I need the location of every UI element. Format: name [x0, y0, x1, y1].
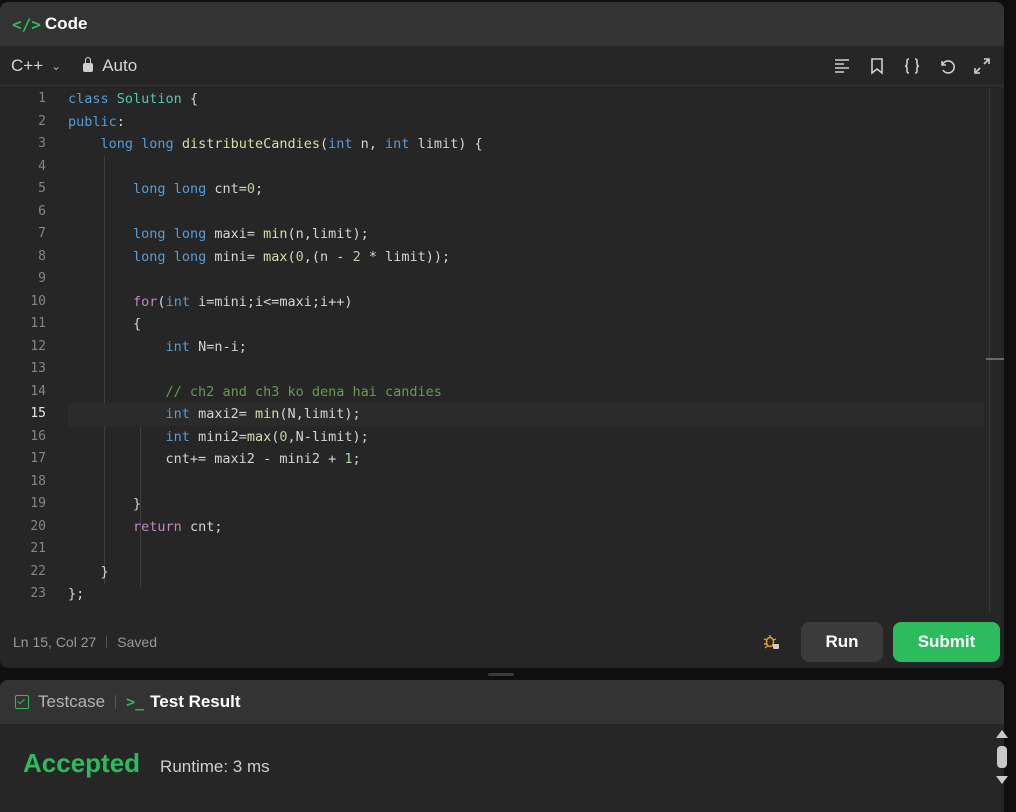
- code-line[interactable]: int mini2=max(0,N-limit);: [68, 426, 984, 449]
- line-number: 21: [30, 541, 46, 556]
- save-status: Saved: [117, 634, 157, 650]
- line-number: 9: [38, 271, 46, 286]
- editor-status-bar: Ln 15, Col 27 Saved Run Submit: [0, 616, 1004, 668]
- submit-button[interactable]: Submit: [893, 622, 1000, 662]
- line-number: 1: [38, 91, 46, 106]
- code-line[interactable]: }: [68, 561, 984, 584]
- code-line[interactable]: // ch2 and ch3 ko dena hai candies: [68, 381, 984, 404]
- line-number: 5: [38, 181, 46, 196]
- editor-scrollbar[interactable]: [989, 88, 990, 612]
- runtime-text: Runtime: 3 ms: [160, 757, 270, 776]
- line-number: 7: [38, 226, 46, 241]
- language-select[interactable]: C++ ⌄: [11, 56, 61, 76]
- code-line[interactable]: int maxi2= min(N,limit);: [68, 403, 984, 426]
- code-line[interactable]: [68, 201, 984, 224]
- line-number: 8: [38, 248, 46, 264]
- chevron-down-icon: ⌄: [51, 58, 62, 73]
- cursor-position: Ln 15, Col 27: [13, 634, 97, 650]
- line-number: 17: [30, 451, 46, 466]
- code-editor[interactable]: 1 2 3 4 5 6 7 8 9 10 11 12 13 14 15 16 1…: [0, 88, 1004, 616]
- line-number: 3: [38, 136, 46, 151]
- result-tabs: Testcase >_ Test Result: [0, 680, 1004, 724]
- panel-resize-handle[interactable]: [488, 673, 514, 676]
- braces-icon[interactable]: [901, 55, 922, 76]
- tab-testcase-label: Testcase: [38, 692, 106, 711]
- line-number-gutter: 1 2 3 4 5 6 7 8 9 10 11 12 13 14 15 16 1…: [0, 88, 54, 606]
- editor-scroll-marker: [986, 358, 1004, 360]
- editor-tools: [831, 55, 992, 76]
- editor-toolbar: C++ ⌄ Auto: [0, 46, 1004, 86]
- line-number: 12: [30, 338, 46, 354]
- code-panel: </> Code C++ ⌄ Auto 1 2 3 4 5 6 7 8 9 10…: [0, 2, 1004, 668]
- code-line[interactable]: {: [68, 313, 984, 336]
- code-line[interactable]: long long cnt=0;: [68, 178, 984, 201]
- code-line[interactable]: [68, 268, 984, 291]
- line-number: 18: [30, 473, 46, 489]
- line-number: 14: [30, 383, 46, 399]
- mode-select[interactable]: Auto: [83, 56, 137, 76]
- format-icon[interactable]: [831, 55, 852, 76]
- code-line[interactable]: [68, 538, 984, 561]
- run-actions: Run Submit: [761, 622, 1000, 662]
- code-line[interactable]: class Solution {: [68, 88, 984, 111]
- line-number-active: 15: [30, 406, 46, 421]
- scroll-up-icon[interactable]: [996, 730, 1008, 738]
- line-number: 16: [30, 428, 46, 444]
- terminal-icon: >_: [126, 693, 145, 711]
- code-line[interactable]: public:: [68, 111, 984, 134]
- code-line[interactable]: cnt+= maxi2 - mini2 + 1;: [68, 448, 984, 471]
- code-line[interactable]: [68, 156, 984, 179]
- divider: [106, 636, 108, 648]
- code-line[interactable]: long long maxi= min(n,limit);: [68, 223, 984, 246]
- mode-label: Auto: [102, 55, 138, 75]
- run-button[interactable]: Run: [801, 622, 883, 662]
- code-line[interactable]: long long distributeCandies(int n, int l…: [68, 133, 984, 156]
- result-body: Accepted Runtime: 3 ms: [0, 724, 1004, 779]
- line-number: 11: [30, 316, 46, 331]
- debugger-icon[interactable]: [761, 632, 781, 652]
- line-number: 6: [38, 203, 46, 219]
- checkbox-icon: [15, 695, 29, 709]
- line-number: 19: [30, 496, 46, 511]
- code-line[interactable]: long long mini= max(0,(n - 2 * limit));: [68, 246, 984, 269]
- line-number: 10: [30, 293, 46, 309]
- tab-testcase[interactable]: Testcase: [15, 692, 105, 712]
- result-panel: Testcase >_ Test Result Accepted Runtime…: [0, 680, 1004, 812]
- code-line[interactable]: return cnt;: [68, 516, 984, 539]
- tab-test-result[interactable]: >_ Test Result: [126, 692, 240, 712]
- result-scrollbar[interactable]: [996, 730, 1008, 796]
- lock-icon: [83, 57, 94, 72]
- code-line[interactable]: }: [68, 493, 984, 516]
- tab-test-result-label: Test Result: [150, 692, 241, 711]
- line-number: 13: [30, 361, 46, 376]
- code-line[interactable]: [68, 471, 984, 494]
- scroll-down-icon[interactable]: [996, 776, 1008, 784]
- expand-icon[interactable]: [971, 55, 992, 76]
- scroll-thumb[interactable]: [997, 746, 1007, 768]
- code-line[interactable]: int N=n-i;: [68, 336, 984, 359]
- line-number: 4: [38, 158, 46, 174]
- verdict-text: Accepted: [23, 748, 141, 778]
- line-number: 20: [30, 518, 46, 534]
- code-line[interactable]: for(int i=mini;i<=maxi;i++): [68, 291, 984, 314]
- code-panel-header: </> Code: [0, 2, 1004, 46]
- code-lines: class Solution {public: long long distri…: [68, 88, 984, 606]
- tab-divider: [115, 695, 117, 709]
- panel-title: Code: [44, 14, 88, 33]
- line-number: 23: [30, 586, 46, 601]
- language-label: C++: [11, 55, 44, 75]
- reset-icon[interactable]: [936, 55, 957, 76]
- line-number: 22: [30, 563, 46, 579]
- code-icon: </>: [12, 14, 41, 34]
- code-line[interactable]: [68, 358, 984, 381]
- bookmark-icon[interactable]: [866, 55, 887, 76]
- code-line[interactable]: };: [68, 583, 984, 606]
- line-number: 2: [38, 113, 46, 129]
